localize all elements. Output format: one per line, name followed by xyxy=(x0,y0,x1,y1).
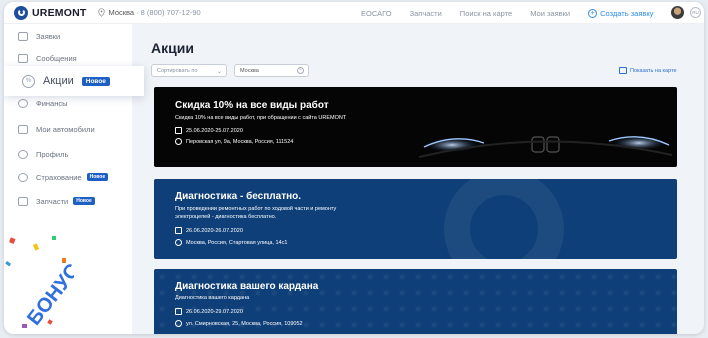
nav-parts[interactable]: Запчасти xyxy=(410,9,442,18)
chevron-down-icon: ⌄ xyxy=(216,69,222,75)
calendar-icon xyxy=(175,127,182,134)
calendar-icon xyxy=(175,308,182,315)
user-icon xyxy=(18,149,28,159)
sidebar-item-label: Профиль xyxy=(36,149,69,159)
new-badge: Новое xyxy=(86,173,109,181)
main-content: Акции Сортировать по ⌄ Москва × Показать… xyxy=(132,24,704,334)
nav-eosago[interactable]: ЕОСАГО xyxy=(361,9,392,18)
bonus-promo-banner[interactable]: БОНУС xyxy=(4,234,74,334)
sidebar-item-my-cars[interactable]: Мои автомобили xyxy=(4,119,132,139)
sidebar-item-label: Сообщения xyxy=(36,53,77,63)
sidebar-item-label: Запчасти xyxy=(36,196,69,206)
promo-card-title: Скидка 10% на все виды работ xyxy=(175,100,329,111)
sidebar-item-label: Страхование xyxy=(36,172,82,182)
truck-icon xyxy=(18,196,28,206)
promo-card-description-line: электроцепей - диагностика бесплатно. xyxy=(175,213,277,220)
plus-circle-icon: + xyxy=(588,8,598,18)
sidebar-item-promotions[interactable]: % Акции Новое xyxy=(4,66,144,96)
location-pin-icon xyxy=(175,239,182,246)
promo-card-address: Москва, Россия, Стартовая улица, 14с1 xyxy=(175,239,287,246)
sort-placeholder: Сортировать по xyxy=(157,67,198,74)
promo-card-dates: 25.06.2020-25.07.2020 xyxy=(175,127,243,134)
chat-icon xyxy=(18,53,28,63)
sidebar-item-parts[interactable]: Запчасти Новое xyxy=(4,191,132,211)
sidebar: Заявки Сообщения % Акции Новое Финансы М… xyxy=(4,24,144,334)
language-switch[interactable]: RU xyxy=(690,7,701,18)
location-pin-icon xyxy=(98,8,106,17)
uremont-watermark-icon xyxy=(444,179,564,259)
promo-card-title: Диагностика - бесплатно. xyxy=(175,191,302,202)
clear-icon[interactable]: × xyxy=(297,67,304,74)
promo-card-dates-text: 26.06.2020-26.07.2020 xyxy=(186,227,243,234)
promo-card-description: Диагностика вашего кардана xyxy=(175,295,250,301)
nav-my-requests[interactable]: Мои заявки xyxy=(530,9,570,18)
top-bar: UREMONT Москва · 8 (800) 707-12-90 ЕОСАГ… xyxy=(4,2,704,24)
sidebar-item-profile[interactable]: Профиль xyxy=(4,144,132,164)
promo-card-dates-text: 26.06.2020-29.07.2020 xyxy=(186,308,243,315)
show-on-map-label: Показать на карте xyxy=(630,67,677,74)
sidebar-item-insurance[interactable]: Страхование Новое xyxy=(4,167,132,187)
promo-card-dates: 26.06.2020-26.07.2020 xyxy=(175,227,243,234)
new-badge: Новое xyxy=(73,197,95,205)
nav-map-search[interactable]: Поиск на карте xyxy=(460,9,512,18)
logo[interactable]: UREMONT xyxy=(14,5,87,20)
sidebar-item-label: Мои автомобили xyxy=(36,124,95,134)
top-nav: ЕОСАГО Запчасти Поиск на карте Мои заявк… xyxy=(361,2,671,24)
promo-card-address: ул. Смирновская, 25, Москва, Россия, 109… xyxy=(175,320,303,327)
create-request-button[interactable]: + Создать заявку xyxy=(588,8,654,18)
promo-card-description: При проведении ремонтных работ по ходово… xyxy=(175,206,336,221)
sidebar-item-label: Финансы xyxy=(36,98,68,108)
logo-text: UREMONT xyxy=(32,6,87,19)
city-filter-input[interactable]: Москва × xyxy=(234,64,309,77)
promo-card-address-text: Москва, Россия, Стартовая улица, 14с1 xyxy=(186,239,288,246)
sidebar-item-label: Заявки xyxy=(36,31,61,41)
promo-card-title: Диагностика вашего кардана xyxy=(175,281,319,292)
city-selector[interactable]: Москва · 8 (800) 707-12-90 xyxy=(98,8,201,17)
city-name: Москва xyxy=(108,8,135,17)
sidebar-item-label: Акции xyxy=(43,75,74,87)
sidebar-item-requests[interactable]: Заявки xyxy=(4,26,132,46)
promo-card[interactable]: Скидка 10% на все виды работ Скидка 10% … xyxy=(154,87,677,167)
promo-card[interactable]: Диагностика вашего кардана Диагностика в… xyxy=(154,269,677,334)
promo-card[interactable]: Диагностика - бесплатно. При проведении … xyxy=(154,179,677,259)
phone-number[interactable]: · 8 (800) 707-12-90 xyxy=(136,8,201,17)
map-icon xyxy=(619,67,627,74)
promo-card-dates-text: 25.06.2020-25.07.2020 xyxy=(186,127,243,134)
umbrella-icon xyxy=(18,172,28,182)
promo-card-address-text: Перовская ул, 9а, Москва, Россия, 111524 xyxy=(186,138,294,145)
location-pin-icon xyxy=(175,138,182,145)
new-badge: Новое xyxy=(81,76,110,86)
bonus-text: БОНУС xyxy=(23,260,74,330)
sort-select[interactable]: Сортировать по ⌄ xyxy=(151,64,227,77)
ruble-icon xyxy=(18,98,28,108)
car-icon xyxy=(18,124,28,134)
location-pin-icon xyxy=(175,320,182,327)
promo-card-description: Скидка 10% на все виды работ, при обраще… xyxy=(175,115,347,121)
car-headlights-image xyxy=(418,136,673,158)
create-request-label: Создать заявку xyxy=(600,8,654,18)
promo-card-address-text: ул. Смирновская, 25, Москва, Россия, 109… xyxy=(186,320,303,327)
page-title: Акции xyxy=(151,40,194,56)
city-filter-value: Москва xyxy=(240,67,259,74)
calendar-icon xyxy=(175,227,182,234)
sidebar-item-finance[interactable]: Финансы xyxy=(4,93,132,113)
promo-card-dates: 26.06.2020-29.07.2020 xyxy=(175,308,243,315)
promo-card-description-line: При проведении ремонтных работ по ходово… xyxy=(175,206,337,212)
percent-icon: % xyxy=(22,74,35,88)
logo-icon xyxy=(14,5,28,20)
list-icon xyxy=(18,31,28,41)
sidebar-item-messages[interactable]: Сообщения xyxy=(4,48,132,68)
show-on-map-link[interactable]: Показать на карте xyxy=(619,67,677,74)
promo-card-address: Перовская ул, 9а, Москва, Россия, 111524 xyxy=(175,138,293,145)
app-window: UREMONT Москва · 8 (800) 707-12-90 ЕОСАГ… xyxy=(4,2,704,334)
avatar[interactable] xyxy=(671,6,684,19)
